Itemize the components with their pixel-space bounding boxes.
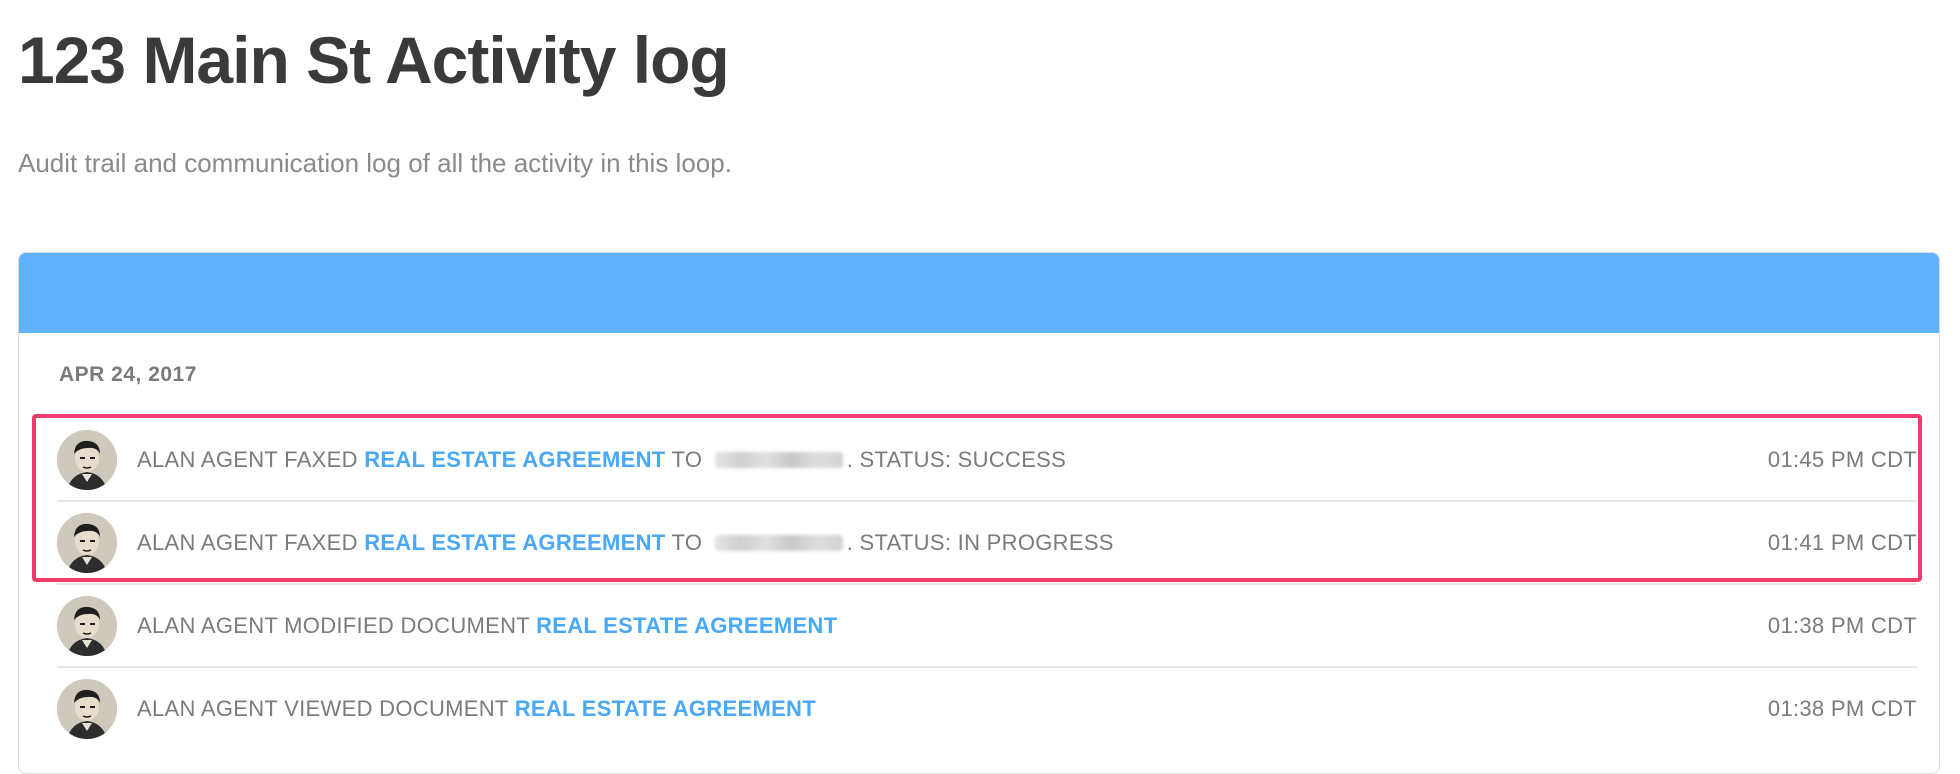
- activity-row: ALAN AGENT MODIFIED DOCUMENT REAL ESTATE…: [57, 585, 1917, 668]
- activity-status-text: . STATUS: SUCCESS: [846, 446, 1067, 472]
- activity-action-text: ALAN AGENT VIEWED DOCUMENT: [137, 695, 515, 721]
- activity-description: ALAN AGENT MODIFIED DOCUMENT REAL ESTATE…: [137, 613, 837, 639]
- activity-description: ALAN AGENT FAXED REAL ESTATE AGREEMENT T…: [137, 530, 1114, 556]
- user-avatar-icon: [57, 429, 117, 490]
- activity-description: ALAN AGENT FAXED REAL ESTATE AGREEMENT T…: [137, 447, 1066, 473]
- activity-action-text: ALAN AGENT FAXED: [137, 446, 365, 472]
- activity-connector-text: TO: [665, 529, 709, 555]
- activity-list: ALAN AGENT FAXED REAL ESTATE AGREEMENT T…: [57, 419, 1917, 749]
- activity-timestamp: 01:38 PM CDT: [1767, 696, 1917, 721]
- redacted-fax-number: [714, 534, 843, 551]
- activity-row: ALAN AGENT FAXED REAL ESTATE AGREEMENT T…: [57, 419, 1917, 502]
- activity-panel: APR 24, 2017 ALAN AGENT FAXED REAL ESTAT…: [18, 252, 1940, 774]
- user-avatar-icon: [57, 595, 117, 656]
- activity-connector-text: TO: [665, 446, 709, 472]
- activity-status-text: . STATUS: IN PROGRESS: [846, 529, 1114, 555]
- user-avatar-icon: [57, 512, 117, 573]
- redacted-fax-number: [714, 451, 843, 468]
- activity-action-text: ALAN AGENT FAXED: [137, 529, 365, 555]
- activity-action-text: ALAN AGENT MODIFIED DOCUMENT: [137, 612, 537, 638]
- document-link[interactable]: REAL ESTATE AGREEMENT: [364, 530, 665, 556]
- page-subtitle: Audit trail and communication log of all…: [18, 148, 732, 178]
- activity-timestamp: 01:45 PM CDT: [1767, 447, 1917, 472]
- document-link[interactable]: REAL ESTATE AGREEMENT: [536, 613, 837, 639]
- document-link[interactable]: REAL ESTATE AGREEMENT: [515, 696, 816, 722]
- document-link[interactable]: REAL ESTATE AGREEMENT: [364, 447, 665, 473]
- activity-row: ALAN AGENT VIEWED DOCUMENT REAL ESTATE A…: [57, 668, 1917, 749]
- user-avatar-icon: [57, 678, 117, 739]
- page-title: 123 Main St Activity log: [18, 23, 730, 97]
- activity-row: ALAN AGENT FAXED REAL ESTATE AGREEMENT T…: [57, 502, 1917, 585]
- activity-description: ALAN AGENT VIEWED DOCUMENT REAL ESTATE A…: [137, 696, 816, 722]
- date-group-label: APR 24, 2017: [59, 363, 197, 386]
- activity-timestamp: 01:41 PM CDT: [1767, 530, 1917, 555]
- activity-timestamp: 01:38 PM CDT: [1767, 613, 1917, 638]
- activity-panel-header: [19, 253, 1939, 333]
